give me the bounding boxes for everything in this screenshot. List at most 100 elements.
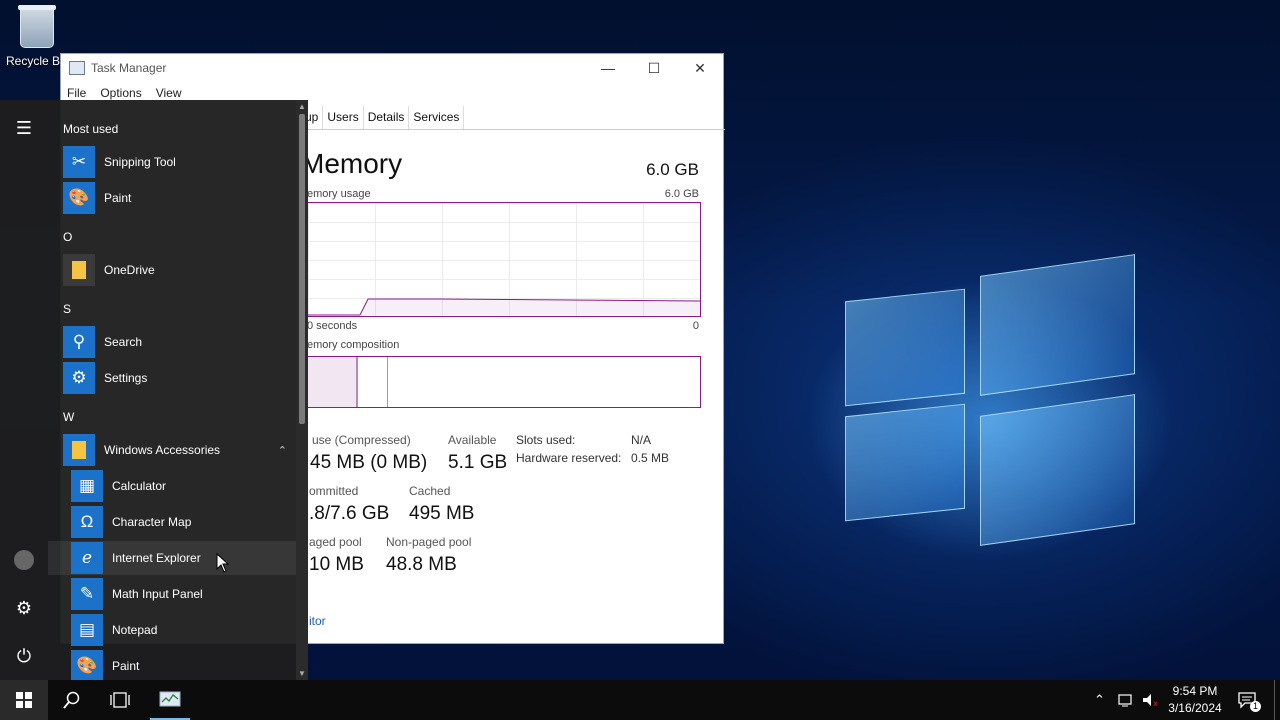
gear-icon: ⚙	[63, 362, 95, 394]
show-desktop-button[interactable]	[1274, 680, 1280, 720]
taskbar: ⌃ x 9:54 PM 3/16/2024 1	[0, 680, 1280, 720]
taskbar-task-manager[interactable]	[146, 680, 194, 720]
in-use-value: 45 MB (0 MB)	[310, 452, 428, 473]
start-button[interactable]	[0, 680, 48, 720]
app-calculator[interactable]: ▦ Calculator	[71, 469, 295, 503]
menu-file[interactable]: File	[67, 86, 86, 100]
app-list: Most used ✂ Snipping Tool 🎨 Paint O OneD…	[48, 100, 296, 683]
mouse-pointer-icon	[216, 553, 230, 573]
app-notepad[interactable]: ▤ Notepad	[71, 613, 295, 647]
graph-time-label: 0 seconds	[307, 320, 358, 332]
tab-users[interactable]: Users	[323, 106, 364, 129]
letter-o-header[interactable]: O	[63, 230, 72, 244]
notification-count-badge: 1	[1250, 701, 1261, 712]
committed-label: ommitted	[309, 484, 359, 498]
action-center-button[interactable]: 1	[1238, 680, 1261, 720]
chevron-up-icon: ⌃	[277, 444, 287, 457]
committed-value: .8/7.6 GB	[309, 503, 390, 524]
app-math-input-panel[interactable]: ✎ Math Input Panel	[71, 577, 295, 611]
settings-gear-icon[interactable]: ⚙	[12, 596, 36, 620]
math-input-icon: ✎	[71, 578, 103, 610]
network-icon[interactable]	[1118, 680, 1136, 720]
app-paint-most-used[interactable]: 🎨 Paint	[63, 181, 295, 215]
task-view-button[interactable]	[96, 680, 144, 720]
recycle-bin-label: Recycle Bin	[6, 54, 70, 68]
resource-monitor-link[interactable]: itor	[309, 614, 326, 628]
clock-time: 9:54 PM	[1172, 684, 1218, 698]
start-rail: ☰ ⚙ ⏻	[0, 100, 48, 680]
hardware-reserved-value: 0.5 MB	[631, 451, 670, 465]
scissors-icon: ✂	[63, 146, 95, 178]
clock-date: 3/16/2024	[1168, 701, 1222, 715]
hamburger-menu-icon[interactable]: ☰	[12, 116, 36, 140]
windows-logo-wallpaper	[840, 254, 1140, 555]
minimize-button[interactable]: —	[585, 54, 631, 82]
windows-start-icon	[16, 692, 32, 708]
menu-options[interactable]: Options	[100, 86, 141, 100]
tab-strip: up Users Details Services	[301, 106, 725, 130]
system-clock[interactable]: 9:54 PM 3/16/2024	[1160, 683, 1230, 717]
memory-composition-label: emory composition	[307, 339, 400, 351]
app-onedrive[interactable]: OneDrive	[63, 253, 295, 287]
recycle-bin-shortcut[interactable]: Recycle Bin	[6, 5, 70, 68]
graph-zero-label: 0	[692, 320, 699, 332]
slots-used-label: Slots used:	[516, 433, 576, 447]
scroll-down-icon[interactable]: ▼	[296, 669, 308, 678]
close-button[interactable]: ✕	[677, 54, 723, 82]
start-menu: ☰ ⚙ ⏻ Most used ✂ Snipping Tool 🎨 Paint …	[0, 100, 308, 683]
cached-label: Cached	[409, 484, 451, 498]
memory-usage-label: emory usage	[307, 188, 371, 200]
app-settings[interactable]: ⚙ Settings	[63, 361, 295, 395]
svg-text:x: x	[1153, 699, 1158, 707]
palette-icon: 🎨	[63, 182, 95, 214]
most-used-header: Most used	[63, 122, 119, 136]
non-paged-pool-value: 48.8 MB	[386, 554, 457, 575]
memory-heading: Memory	[301, 148, 403, 179]
onedrive-icon	[63, 254, 95, 286]
app-paint[interactable]: 🎨 Paint	[71, 649, 295, 683]
paged-pool-value: 10 MB	[309, 554, 364, 575]
non-paged-pool-label: Non-paged pool	[386, 535, 472, 549]
memory-composition-bar	[307, 356, 701, 408]
volume-muted-icon[interactable]: x	[1142, 680, 1160, 720]
app-list-scrollbar[interactable]: ▲ ▼	[296, 100, 308, 680]
search-button[interactable]	[48, 680, 96, 720]
tab-details[interactable]: Details	[364, 106, 410, 129]
window-title: Task Manager	[91, 61, 167, 75]
search-icon: ⚲	[63, 326, 95, 358]
user-account-icon[interactable]	[12, 548, 36, 572]
maximize-button[interactable]: ☐	[631, 54, 677, 82]
folder-icon	[63, 434, 95, 466]
tab-services[interactable]: Services	[409, 106, 465, 129]
task-view-icon	[110, 692, 130, 708]
app-snipping-tool[interactable]: ✂ Snipping Tool	[63, 145, 295, 179]
palette-icon: 🎨	[71, 650, 103, 682]
show-hidden-icons-chevron[interactable]: ⌃	[1094, 680, 1105, 720]
available-label: Available	[448, 433, 497, 447]
paged-pool-label: aged pool	[309, 535, 362, 549]
search-icon	[63, 691, 80, 709]
app-internet-explorer[interactable]: e Internet Explorer	[48, 541, 296, 575]
recycle-bin-icon	[18, 5, 56, 48]
task-manager-icon	[69, 61, 85, 75]
available-value: 5.1 GB	[448, 452, 508, 473]
in-use-label: use (Compressed)	[312, 433, 411, 447]
cached-value: 495 MB	[409, 503, 475, 524]
folder-windows-accessories[interactable]: Windows Accessories ⌃	[63, 433, 295, 467]
menu-view[interactable]: View	[156, 86, 182, 100]
letter-s-header[interactable]: S	[63, 302, 71, 316]
calculator-icon: ▦	[71, 470, 103, 502]
scroll-up-icon[interactable]: ▲	[296, 102, 308, 111]
scrollbar-thumb[interactable]	[299, 114, 305, 424]
hardware-reserved-label: Hardware reserved:	[516, 451, 622, 465]
ie-icon: e	[71, 542, 103, 574]
slots-used-value: N/A	[631, 433, 652, 447]
app-search[interactable]: ⚲ Search	[63, 325, 295, 359]
letter-w-header[interactable]: W	[63, 410, 74, 424]
character-map-icon: Ω	[71, 506, 103, 538]
task-manager-icon	[159, 691, 181, 707]
power-icon[interactable]: ⏻	[12, 644, 36, 668]
app-character-map[interactable]: Ω Character Map	[71, 505, 295, 539]
memory-usage-max: 6.0 GB	[664, 188, 699, 200]
memory-total: 6.0 GB	[646, 160, 699, 179]
